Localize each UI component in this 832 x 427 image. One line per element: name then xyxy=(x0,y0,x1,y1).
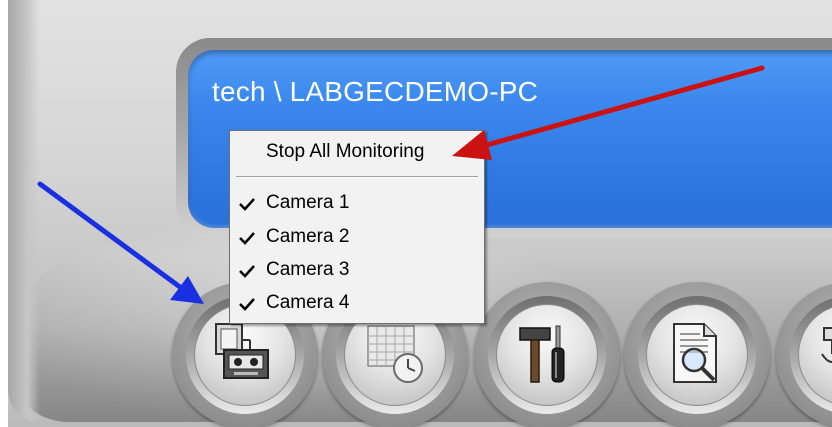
menu-item-label: Camera 2 xyxy=(266,226,350,247)
user-host-label: tech \ LABGECDEMO-PC xyxy=(212,76,539,107)
hammer-screwdriver-icon xyxy=(519,325,565,383)
checkmark-icon xyxy=(239,232,255,245)
menu-separator xyxy=(236,176,478,178)
network-icon xyxy=(821,327,832,363)
checkmark-icon xyxy=(239,298,255,311)
document-search-icon xyxy=(673,323,717,383)
monitoring-context-menu: Stop All Monitoring Camera 1 Camera 2 Ca… xyxy=(229,130,485,324)
tools-button[interactable] xyxy=(474,282,620,427)
menu-item-label: Camera 1 xyxy=(266,192,350,213)
menu-item-camera-4[interactable]: Camera 4 xyxy=(233,288,481,318)
menu-item-label: Camera 3 xyxy=(266,259,350,280)
menu-item-camera-1[interactable]: Camera 1 xyxy=(233,188,481,218)
menu-item-label: Camera 4 xyxy=(266,292,350,313)
menu-item-camera-3[interactable]: Camera 3 xyxy=(233,255,481,285)
menu-item-camera-2[interactable]: Camera 2 xyxy=(233,222,481,252)
search-button[interactable] xyxy=(624,282,770,427)
menu-item-label: Stop All Monitoring xyxy=(266,141,425,162)
calendar-clock-icon xyxy=(367,325,423,383)
monitor-recorder-icon xyxy=(215,323,269,379)
app-window: tech \ LABGECDEMO-PC Stop All Monitoring… xyxy=(0,0,832,427)
checkmark-icon xyxy=(239,265,255,278)
menu-item-stop-all-monitoring[interactable]: Stop All Monitoring xyxy=(233,137,481,167)
checkmark-icon xyxy=(239,198,255,211)
